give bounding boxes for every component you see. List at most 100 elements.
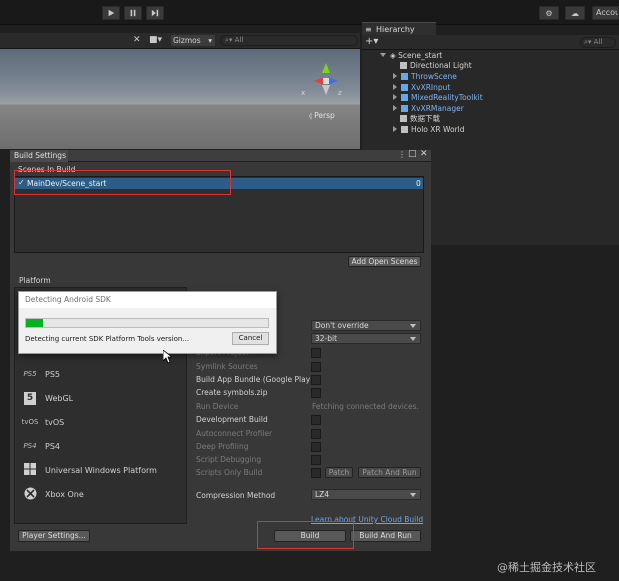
script-debugging-checkbox[interactable] — [311, 455, 321, 465]
gameobject-icon — [400, 115, 407, 122]
build-settings-titlebar: ⋮ □ ✕ — [10, 149, 431, 162]
scene-search-placeholder: All — [234, 36, 244, 44]
platform-tvos[interactable]: tvOS tvOS — [19, 412, 65, 432]
settings-button[interactable]: ⚙ — [539, 6, 559, 20]
hierarchy-tab-label: Hierarchy — [376, 25, 415, 34]
pause-icon — [130, 9, 136, 17]
run-device-value[interactable]: Fetching connected devices. — [312, 402, 419, 411]
platform-webgl[interactable]: 5 WebGL — [19, 388, 73, 408]
chevron-down-icon: ▾ — [208, 36, 212, 45]
maximize-icon[interactable]: □ — [408, 149, 417, 159]
hierarchy-item[interactable]: Directional Light — [400, 60, 472, 71]
hierarchy-item-label: ThrowScene — [411, 72, 457, 81]
windows-icon — [19, 463, 41, 477]
cloud-button[interactable]: ☁ — [565, 6, 585, 20]
hierarchy-item[interactable]: MixedRealityToolkit — [393, 92, 483, 103]
tab-hierarchy[interactable]: ≡ Hierarchy — [362, 22, 436, 35]
step-icon — [151, 9, 159, 17]
compression-method-label: Compression Method — [196, 491, 276, 500]
axis-z-label: z — [338, 89, 342, 97]
platform-label: Xbox One — [45, 489, 84, 499]
autoconnect-profiler-label: Autoconnect Profiler — [196, 429, 273, 438]
persp-icon: ⦉ — [309, 111, 312, 120]
play-button[interactable] — [102, 6, 120, 20]
collapse-icon[interactable] — [393, 84, 397, 90]
patch-button[interactable]: Patch — [325, 467, 353, 478]
tools-icon[interactable]: ✕ — [133, 35, 141, 45]
account-button[interactable]: Accou — [592, 6, 619, 20]
collapse-icon[interactable] — [393, 73, 397, 79]
collapse-icon[interactable] — [393, 126, 397, 132]
html5-icon: 5 — [19, 391, 41, 405]
hierarchy-item[interactable]: ThrowScene — [393, 71, 457, 82]
ps4-icon: PS4 — [23, 442, 37, 450]
expand-icon[interactable] — [380, 53, 386, 57]
hierarchy-item[interactable]: Holo XR World — [393, 124, 465, 135]
hierarchy-item[interactable]: 数据下载 — [400, 113, 440, 124]
mouse-cursor-icon — [163, 350, 172, 364]
cloud-icon: ☁ — [571, 8, 579, 18]
compression-method-dropdown[interactable]: LZ4 — [311, 489, 421, 500]
scene-view[interactable]: x z ⦉ Persp — [0, 49, 360, 149]
patch-and-run-button[interactable]: Patch And Run — [358, 467, 421, 478]
export-project-checkbox[interactable] — [311, 348, 321, 358]
close-icon[interactable]: ✕ — [420, 149, 428, 159]
collapse-icon[interactable] — [393, 94, 397, 100]
axis-x-label: x — [301, 89, 306, 97]
platform-xbox-one[interactable]: Xbox One — [19, 484, 84, 504]
player-settings-button[interactable]: Player Settings... — [18, 530, 90, 542]
hierarchy-item-label: Scene_start — [398, 51, 443, 60]
run-device-label: Run Device — [196, 402, 239, 411]
persp-text: Persp — [314, 111, 335, 120]
hierarchy-search-placeholder: All — [593, 38, 603, 46]
collapse-icon[interactable] — [393, 105, 397, 111]
deep-profiling-checkbox[interactable] — [311, 442, 321, 452]
scene-search-input[interactable]: ⌕▾ All — [220, 35, 358, 46]
scripts-only-build-label: Scripts Only Build — [196, 468, 263, 477]
tab-build-settings[interactable]: Build Settings — [10, 150, 68, 162]
step-button[interactable] — [146, 6, 164, 20]
main-toolbar: ⚙ ☁ Accou — [0, 0, 619, 25]
prefab-icon — [401, 73, 408, 80]
autoconnect-profiler-checkbox[interactable] — [311, 429, 321, 439]
hierarchy-search-input[interactable]: ⌕▾ All — [580, 37, 616, 48]
persp-label[interactable]: ⦉ Persp — [309, 111, 335, 121]
build-app-bundle-checkbox[interactable] — [311, 375, 321, 385]
orientation-gizmo-icon[interactable] — [300, 59, 356, 109]
ps5-icon: PS5 — [23, 370, 37, 378]
deep-profiling-label: Deep Profiling — [196, 442, 249, 451]
cancel-button[interactable]: Cancel — [232, 332, 269, 345]
platform-label: Platform — [19, 276, 51, 285]
search-icon: ⌕▾ — [225, 36, 233, 44]
platform-label: PS4 — [45, 441, 60, 451]
platform-label: PS5 — [45, 369, 60, 379]
dropdown-value: LZ4 — [315, 490, 330, 499]
build-and-run-button[interactable]: Build And Run — [350, 530, 421, 542]
gizmos-label: Gizmos — [173, 36, 201, 45]
more-icon[interactable]: ⋮ — [398, 150, 406, 159]
search-icon: ⌕▾ — [584, 38, 592, 46]
create-symbols-checkbox[interactable] — [311, 388, 321, 398]
hierarchy-item-label: 数据下载 — [410, 114, 440, 123]
gizmos-dropdown[interactable]: Gizmos ▾ — [171, 35, 215, 46]
add-icon[interactable]: +▾ — [365, 36, 378, 47]
hierarchy-toolbar: +▾ ⌕▾ All — [362, 35, 619, 50]
texture-compression-dropdown[interactable]: Don't override — [311, 320, 421, 331]
symlink-sources-label: Symlink Sources — [196, 362, 258, 371]
symlink-sources-checkbox[interactable] — [311, 362, 321, 372]
camera-icon[interactable]: ■▾ — [149, 35, 162, 45]
platform-ps4[interactable]: PS4 PS4 — [19, 436, 60, 456]
gameobject-icon — [400, 62, 407, 69]
add-open-scenes-button[interactable]: Add Open Scenes — [348, 256, 421, 267]
platform-ps5[interactable]: PS5 PS5 — [19, 364, 60, 384]
dropdown-value: Don't override — [315, 321, 369, 330]
sdk-progress-bar — [25, 318, 269, 328]
scripts-only-build-checkbox[interactable] — [311, 468, 321, 478]
pause-button[interactable] — [124, 6, 142, 20]
development-build-checkbox[interactable] — [311, 415, 321, 425]
platform-uwp[interactable]: Universal Windows Platform — [19, 460, 157, 480]
unity-scene-icon: ◈ — [390, 51, 399, 60]
architecture-dropdown[interactable]: 32-bit — [311, 333, 421, 344]
dropdown-value: 32-bit — [315, 334, 338, 343]
prefab-icon — [401, 84, 408, 91]
